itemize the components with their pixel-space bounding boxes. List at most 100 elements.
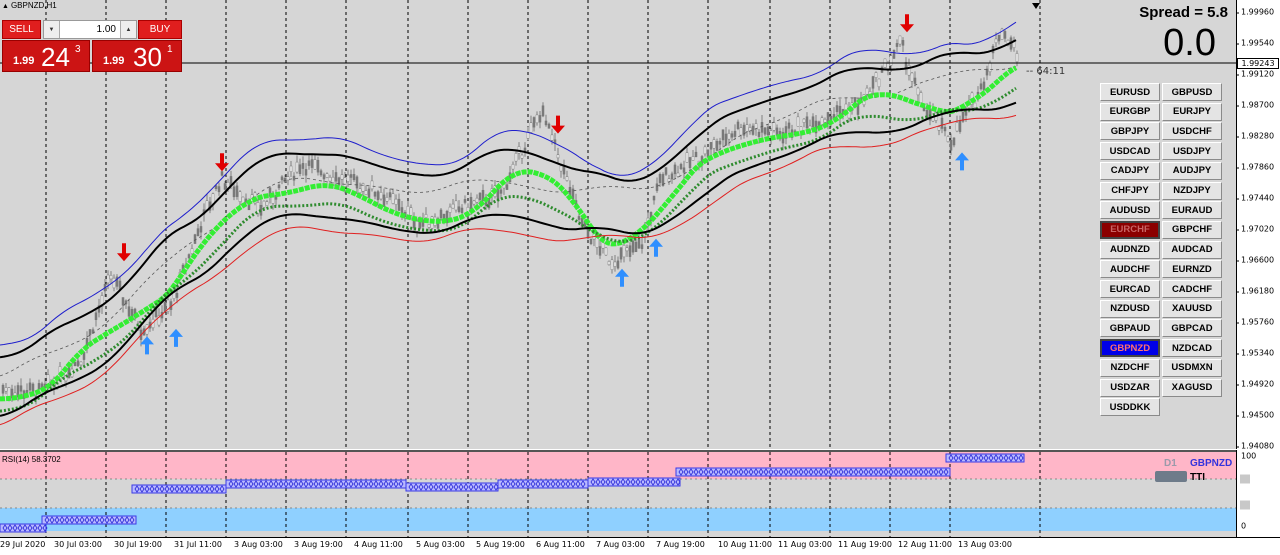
symbol-button-xagusd[interactable]: XAGUSD [1162,378,1222,397]
candle-body [286,176,290,181]
buy-button[interactable]: BUY [138,20,182,39]
candle-body [313,159,317,170]
lot-increase-icon[interactable]: ▲ [120,21,136,38]
symbol-button-gbpaud[interactable]: GBPAUD [1100,319,1160,338]
candle-body [373,191,377,197]
candle-body [610,259,614,270]
candle-body [520,154,524,159]
symbol-button-gbpusd[interactable]: GBPUSD [1162,83,1222,101]
symbol-button-eurnzd[interactable]: EURNZD [1162,260,1222,279]
candle-body [724,133,728,146]
candle-body [640,244,644,249]
symbol-button-audnzd[interactable]: AUDNZD [1100,240,1160,259]
symbol-button-eurgbp[interactable]: EURGBP [1100,102,1160,121]
symbol-button-audjpy[interactable]: AUDJPY [1162,161,1222,180]
symbol-button-eurchf[interactable]: EURCHF [1100,220,1160,239]
symbol-button-audusd[interactable]: AUDUSD [1100,201,1160,220]
symbol-button-usdjpy[interactable]: USDJPY [1162,142,1222,161]
spread-value: 0.0 [1163,22,1216,64]
candle-body [451,203,455,209]
candle-body [325,173,329,178]
price-tick: 1.94500 [1235,410,1275,420]
collapse-triangle-icon[interactable]: ▲ [2,3,9,10]
candle-body [658,174,662,183]
candle-body [352,174,356,180]
candle-body [379,192,383,200]
rsi-axis[interactable]: 100 0 [1236,450,1280,537]
time-axis[interactable]: 29 Jul 2020 30 Jul 03:00 30 Jul 19:00 31 Ju… [0,537,1280,555]
candle-body [523,147,527,152]
candle-body [625,247,629,252]
symbol-button-audchf[interactable]: AUDCHF [1100,260,1160,279]
symbol-button-usdchf[interactable]: USDCHF [1162,122,1222,141]
candle-body [712,139,716,149]
candle-body [277,184,281,189]
chart-shift-marker-icon[interactable] [1032,3,1040,9]
symbol-button-gbpchf[interactable]: GBPCHF [1162,220,1222,239]
lot-size-field[interactable]: ▼ 1.00 ▲ [43,20,137,39]
candle-body [679,163,683,170]
symbol-title: GBPNZD,H1 [10,1,57,10]
candle-body [877,78,881,88]
sell-quote-button[interactable]: 1.99 24 3 [2,40,90,72]
symbol-button-cadchf[interactable]: CADCHF [1162,280,1222,298]
symbol-button-eurcad[interactable]: EURCAD [1100,280,1160,298]
rsi-canvas[interactable] [0,452,1236,537]
candle-body [619,247,623,260]
lot-size-value[interactable]: 1.00 [97,24,116,35]
candle-body [190,248,194,254]
symbol-button-nzdcad[interactable]: NZDCAD [1162,339,1222,358]
candle-body [439,209,443,219]
candle-body [199,226,203,233]
sell-button[interactable]: SELL [2,20,41,39]
symbol-button-eurjpy[interactable]: EURJPY [1162,102,1222,121]
chart-title: ▲ GBPNZD,H1 [2,1,57,10]
time-tick: 10 Aug 11:00 [718,540,772,549]
lot-decrease-icon[interactable]: ▼ [44,21,60,38]
main-chart[interactable]: ▲ GBPNZD,H1 SELL ▼ 1.00 ▲ BUY 1.99 24 3 1… [0,0,1236,449]
symbol-button-gbpcad[interactable]: GBPCAD [1162,319,1222,338]
candle-body [916,87,920,96]
price-tick: 1.96600 [1235,255,1275,265]
candle-body [889,55,893,66]
candle-body [196,228,200,236]
symbol-button-nzdchf[interactable]: NZDCHF [1100,358,1160,377]
candle-body [460,207,464,214]
symbol-button-gbpjpy[interactable]: GBPJPY [1100,122,1160,141]
symbol-button-chfjpy[interactable]: CHFJPY [1100,181,1160,200]
candle-body [871,76,875,89]
candle-body [955,122,959,132]
tti-label: TTI [1190,472,1205,483]
candle-body [730,133,734,138]
candle-body [535,114,539,124]
symbol-button-xauusd[interactable]: XAUUSD [1162,299,1222,318]
symbol-button-audcad[interactable]: AUDCAD [1162,240,1222,259]
buy-signal-arrow-icon [649,238,663,257]
symbol-button-nzdusd[interactable]: NZDUSD [1100,299,1160,318]
candle-body [328,176,332,182]
candle-body [721,129,725,141]
symbol-button-cadjpy[interactable]: CADJPY [1100,161,1160,180]
symbol-button-usdcad[interactable]: USDCAD [1100,142,1160,161]
symbol-button-usddkk[interactable]: USDDKK [1100,398,1160,417]
candle-body [454,200,458,211]
symbol-button-nzdjpy[interactable]: NZDJPY [1162,181,1222,200]
time-tick: 4 Aug 11:00 [354,540,403,549]
candle-body [511,163,515,170]
symbol-button-euraud[interactable]: EURAUD [1162,201,1222,220]
rsi-indicator-panel[interactable]: RSI(14) 58.3702 D1 GBPNZD TTI [0,450,1236,537]
candle-body [538,115,542,123]
candle-body [556,154,560,159]
candle-body [346,174,350,182]
symbol-button-usdmxn[interactable]: USDMXN [1162,358,1222,377]
candle-body [355,176,359,189]
candle-body [913,77,917,84]
buy-quote-button[interactable]: 1.99 30 1 [92,40,182,72]
symbol-button-eurusd[interactable]: EURUSD [1100,83,1160,101]
candle-body [4,387,8,392]
symbol-button-gbpnzd[interactable]: GBPNZD [1100,339,1160,358]
candle-body [616,260,620,269]
lower-red-band [0,114,1017,426]
symbol-button-usdzar[interactable]: USDZAR [1100,378,1160,397]
time-tick: 7 Aug 19:00 [656,540,705,549]
